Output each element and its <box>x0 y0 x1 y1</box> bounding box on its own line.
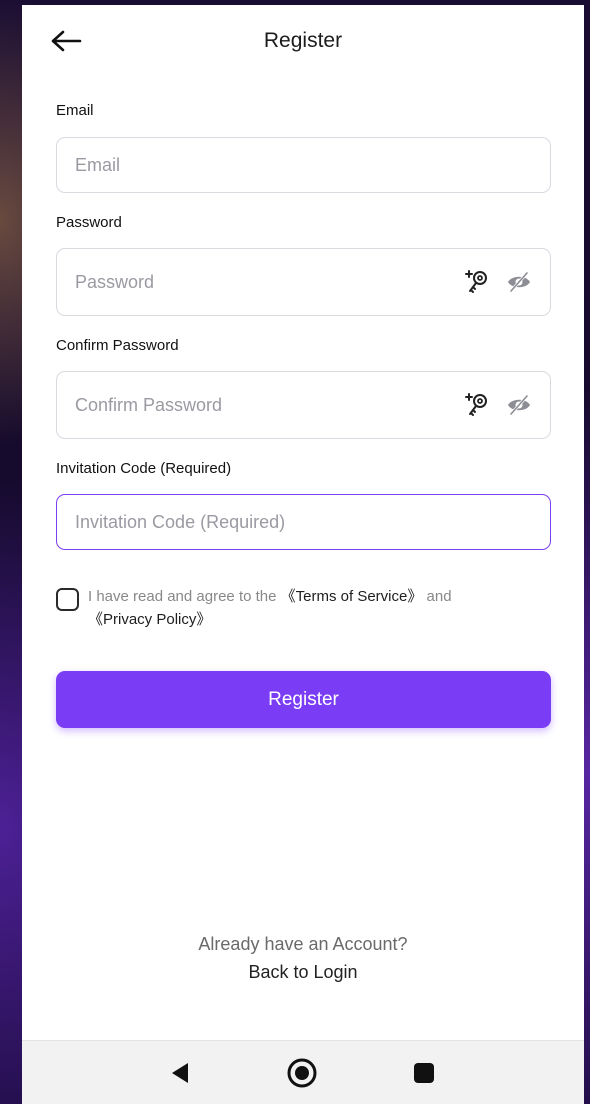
confirm-password-field-container <box>56 371 551 439</box>
agreement-prefix: I have read and agree to the <box>88 588 281 605</box>
email-field[interactable] <box>57 138 550 192</box>
confirm-password-field[interactable] <box>57 372 462 438</box>
square-recents-icon <box>414 1063 434 1083</box>
agreement-and: and <box>422 588 452 605</box>
toggle-password-visibility-button[interactable] <box>504 267 534 297</box>
nav-home-button[interactable] <box>284 1055 320 1091</box>
invitation-code-field-container <box>56 494 551 550</box>
email-field-container <box>56 137 551 193</box>
eye-off-icon <box>508 394 530 416</box>
password-label: Password <box>56 214 122 231</box>
confirm-password-label: Confirm Password <box>56 337 179 354</box>
system-navigation-bar <box>22 1040 584 1104</box>
password-field[interactable] <box>57 249 462 315</box>
terms-of-service-link[interactable]: 《Terms of Service》 <box>281 588 423 605</box>
invitation-code-label: Invitation Code (Required) <box>56 460 232 477</box>
header: Register <box>22 5 584 77</box>
toggle-confirm-password-visibility-button[interactable] <box>504 390 534 420</box>
privacy-policy-link[interactable]: 《Privacy Policy》 <box>88 611 211 628</box>
nav-recents-button[interactable] <box>406 1055 442 1091</box>
back-to-login-link[interactable]: Back to Login <box>248 962 357 982</box>
circle-home-icon <box>287 1058 317 1088</box>
back-to-login-row: Back to Login <box>22 962 584 983</box>
page-title: Register <box>263 29 343 52</box>
register-button[interactable]: Register <box>56 671 551 728</box>
key-generate-icon <box>465 270 487 293</box>
agreement-text: I have read and agree to the 《Terms of S… <box>88 585 518 631</box>
register-screen: Register Email Password Confirm Passw <box>22 5 584 1104</box>
invitation-code-field[interactable] <box>57 495 550 549</box>
email-label: Email <box>56 102 94 119</box>
agree-checkbox[interactable] <box>56 588 79 611</box>
triangle-back-icon <box>172 1063 188 1083</box>
key-generate-icon <box>465 393 487 416</box>
eye-off-icon <box>508 271 530 293</box>
generate-password-button[interactable] <box>462 267 492 297</box>
nav-back-button[interactable] <box>162 1055 198 1091</box>
password-field-container <box>56 248 551 316</box>
already-have-account-text: Already have an Account? <box>198 934 408 954</box>
generate-confirm-password-button[interactable] <box>462 390 492 420</box>
